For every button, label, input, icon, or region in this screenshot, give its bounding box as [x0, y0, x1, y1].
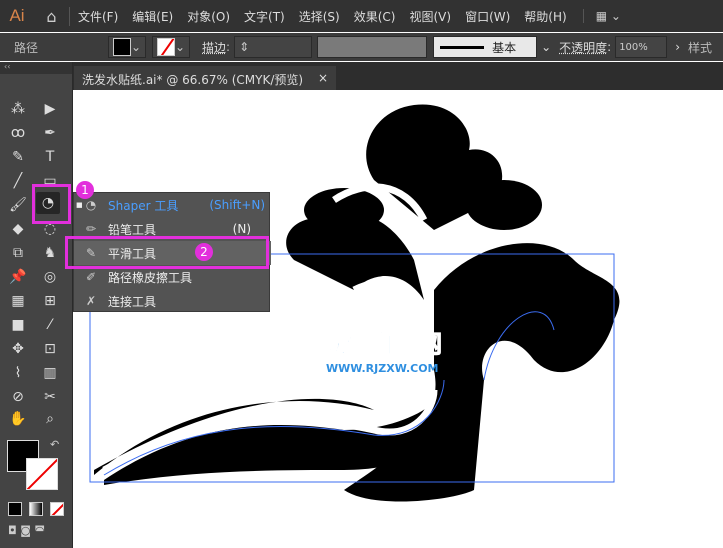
paintbrush-icon[interactable]: 🖌: [6, 194, 30, 216]
fill-swatch[interactable]: ⌄: [108, 36, 146, 58]
opacity-label[interactable]: 不透明度: [559, 39, 607, 56]
stroke-swatch[interactable]: ⌄: [152, 36, 190, 58]
slice-icon[interactable]: ⊘: [6, 386, 30, 408]
hand-icon[interactable]: ✋: [6, 408, 30, 430]
flyout-item-label: Shaper 工具: [108, 198, 179, 213]
menu-effect[interactable]: 效果(C): [348, 8, 402, 25]
pen-icon[interactable]: ✒: [38, 122, 62, 144]
stroke-color-box[interactable]: [26, 458, 58, 490]
magic-wand-icon[interactable]: ⁂: [6, 98, 30, 120]
mesh-icon[interactable]: ⊞: [38, 290, 62, 312]
flyout-item-shortcut: (N): [232, 222, 251, 236]
graph-icon[interactable]: ▥: [38, 362, 62, 384]
app-logo: Ai: [9, 6, 25, 25]
flyout-item-shortcut: (Shift+N): [209, 198, 265, 212]
variable-width-profile[interactable]: [317, 36, 428, 58]
document-tab-bar: 洗发水贴纸.ai* @ 66.67% (CMYK/预览) ×: [0, 62, 723, 90]
blend-icon[interactable]: ⌇: [6, 362, 30, 384]
brush-dropdown[interactable]: ⌄: [541, 40, 551, 54]
shape-builder-icon[interactable]: ◎: [38, 266, 62, 288]
style-label[interactable]: 样式: [688, 39, 712, 56]
close-tab-icon[interactable]: ×: [318, 71, 328, 85]
knife-icon[interactable]: ✂: [38, 386, 62, 408]
selection-type: 路径: [14, 40, 39, 55]
curvature-icon[interactable]: ✎: [6, 146, 30, 168]
stroke-weight-input[interactable]: ⇕: [234, 36, 313, 58]
eraser-icon[interactable]: ◆: [6, 218, 30, 240]
menu-view[interactable]: 视图(V): [403, 8, 457, 25]
highlight-smooth-tool: [65, 236, 269, 269]
menu-object[interactable]: 对象(O): [181, 8, 236, 25]
document-tab[interactable]: 洗发水贴纸.ai* @ 66.67% (CMYK/预览) ×: [74, 66, 336, 90]
perspective-grid-icon[interactable]: ▦: [6, 290, 30, 312]
highlight-shaper-tool: [32, 184, 71, 224]
watermark-url: WWW.RJZXW.COM: [326, 362, 439, 375]
artwork: 软件自学网 WWW.RJZXW.COM: [89, 104, 620, 502]
menu-help[interactable]: 帮助(H): [518, 8, 572, 25]
scale-icon[interactable]: ⧉: [6, 242, 30, 264]
join-tool-icon: ✗: [85, 294, 97, 308]
flyout-item-label: 路径橡皮擦工具: [108, 270, 193, 285]
draw-mode-icon[interactable]: ◘ ◙ ◚: [8, 524, 45, 537]
opacity-arrow[interactable]: ›: [675, 40, 680, 54]
brush-name: 基本: [492, 40, 517, 55]
zoom-icon[interactable]: ⌕: [38, 408, 62, 430]
control-bar: 路径 ⌄ ⌄ 描边: ⇕ 基本 ⌄ 不透明度: 100% › 样式: [0, 33, 723, 61]
opacity-input[interactable]: 100%: [615, 36, 668, 58]
menu-select[interactable]: 选择(S): [293, 8, 346, 25]
line-icon[interactable]: ╱: [6, 170, 30, 192]
step-badge-2: 2: [195, 243, 213, 261]
path-eraser-icon: ✐: [85, 270, 97, 284]
lasso-icon[interactable]: ꝏ: [6, 122, 30, 144]
type-icon[interactable]: T: [38, 146, 62, 168]
swap-colors-icon[interactable]: ↶: [50, 438, 59, 451]
selection-icon[interactable]: ▶: [38, 98, 62, 120]
flyout-item-join[interactable]: ✗ 连接工具: [74, 289, 271, 313]
gradient-mode-icon[interactable]: [29, 502, 43, 516]
artboard-canvas[interactable]: 软件自学网 WWW.RJZXW.COM: [74, 90, 723, 548]
collapse-panel-icon[interactable]: ‹‹: [0, 62, 72, 74]
watermark-title: 软件自学网: [322, 330, 442, 358]
brush-definition[interactable]: 基本: [433, 36, 538, 58]
flyout-item-shaper[interactable]: ■ ◔ Shaper 工具 (Shift+N): [74, 193, 271, 217]
eyedropper-icon[interactable]: ⁄: [38, 314, 62, 336]
home-icon[interactable]: ⌂: [34, 6, 70, 26]
workspace-switcher-icon[interactable]: ▦ ⌄: [582, 9, 621, 23]
tools-panel: ‹‹ ⁂ ▶ ꝏ ✒ ✎ T ╱ ▭ 🖌 ◔ ◆ ◌ ⧉ ♞ 📌 ◎ ▦ ⊞ ■…: [0, 62, 73, 548]
artboard-icon[interactable]: ⊡: [38, 338, 62, 360]
document-title: 洗发水贴纸.ai* @ 66.67% (CMYK/预览): [82, 73, 304, 87]
symbol-sprayer-icon[interactable]: ✥: [6, 338, 30, 360]
none-mode-icon[interactable]: [50, 502, 64, 516]
step-badge-1: 1: [76, 181, 94, 199]
pin-icon[interactable]: 📌: [6, 266, 30, 288]
color-mode-icon[interactable]: [8, 502, 22, 516]
gradient-icon[interactable]: ■: [6, 314, 30, 336]
menu-type[interactable]: 文字(T): [238, 8, 291, 25]
pencil-icon: ✏: [85, 222, 97, 236]
puppet-warp-icon[interactable]: ♞: [38, 242, 62, 264]
flyout-item-label: 连接工具: [108, 294, 157, 309]
stroke-label[interactable]: 描边: [202, 39, 226, 56]
menu-bar: Ai ⌂ 文件(F) 编辑(E) 对象(O) 文字(T) 选择(S) 效果(C)…: [0, 0, 723, 32]
menu-file[interactable]: 文件(F): [72, 8, 124, 25]
menu-window[interactable]: 窗口(W): [459, 8, 516, 25]
menu-edit[interactable]: 编辑(E): [126, 8, 179, 25]
flyout-item-label: 铅笔工具: [108, 222, 157, 237]
